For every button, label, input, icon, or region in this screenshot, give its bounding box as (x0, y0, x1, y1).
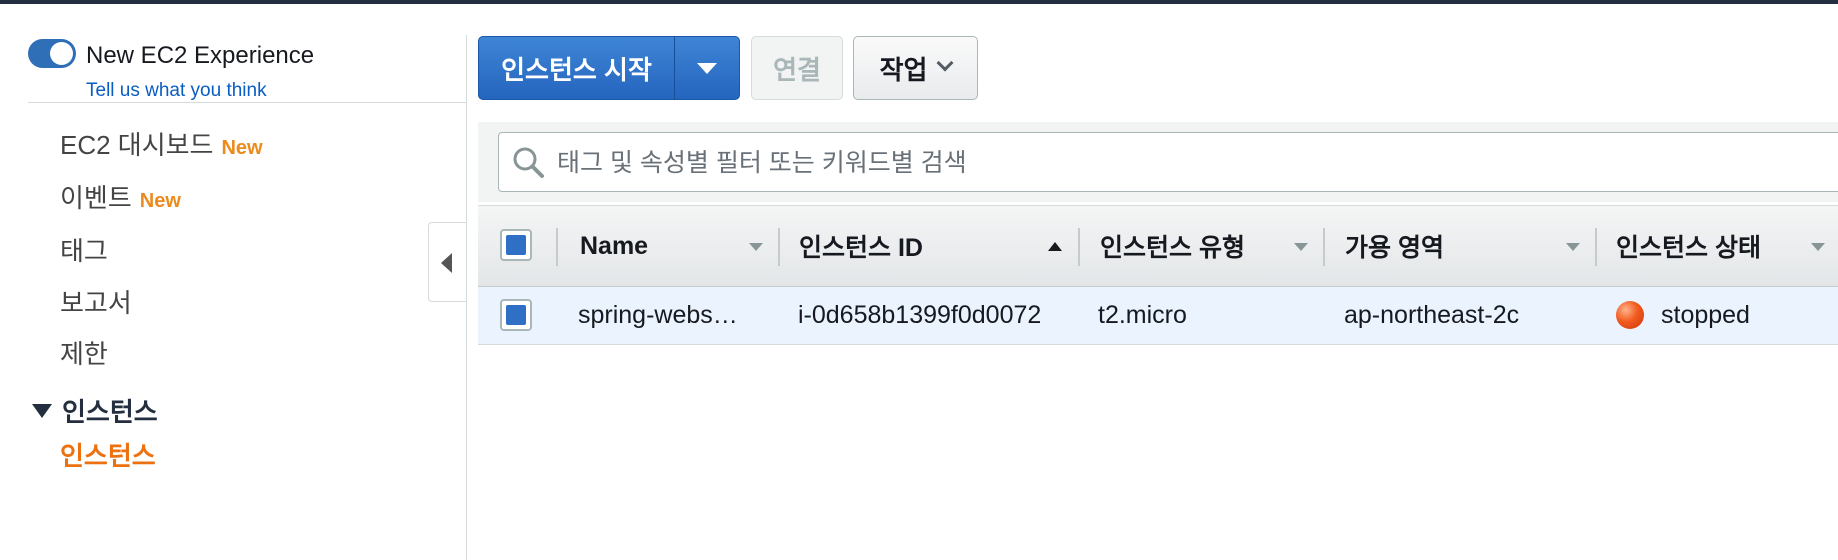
new-experience-title: New EC2 Experience (86, 42, 315, 69)
sidebar-collapse-button[interactable] (428, 222, 466, 302)
sort-ascending-icon[interactable] (1048, 242, 1062, 251)
sidebar-border (466, 35, 467, 560)
sidebar-item-label: EC2 대시보드 (60, 130, 214, 160)
column-separator[interactable] (778, 228, 780, 266)
column-separator[interactable] (1078, 228, 1080, 266)
launch-instance-button[interactable]: 인스턴스 시작 (478, 36, 740, 100)
launch-dropdown-button[interactable] (675, 36, 739, 100)
sidebar-item-tags[interactable]: 태그 (60, 231, 108, 268)
sidebar-item-ec2-dashboard[interactable]: EC2 대시보드 New (60, 125, 263, 162)
sidebar: New EC2 Experience Tell us what you thin… (0, 4, 466, 560)
sidebar-item-instances-active[interactable]: 인스턴스 (60, 436, 156, 473)
sidebar-divider (28, 102, 466, 103)
caret-down-icon (697, 62, 717, 74)
column-header-availability-zone[interactable]: 가용 영역 (1345, 206, 1444, 286)
sort-caret-icon[interactable] (749, 243, 763, 251)
cell-name: spring-webs… (578, 301, 738, 329)
connect-button[interactable]: 연결 (751, 36, 843, 100)
search-icon (513, 147, 544, 178)
sort-caret-icon[interactable] (1811, 243, 1825, 251)
sidebar-item-limits[interactable]: 제한 (60, 334, 108, 371)
toggle-knob (50, 42, 73, 65)
column-separator[interactable] (556, 228, 558, 266)
cell-instance-state: stopped (1661, 301, 1750, 329)
column-header-name[interactable]: Name (580, 206, 648, 286)
table-header: Name 인스턴스 ID 인스턴스 유형 가용 영역 인스턴스 상태 (478, 205, 1838, 287)
column-separator[interactable] (1323, 228, 1325, 266)
sidebar-item-events[interactable]: 이벤트 New (60, 178, 181, 215)
cell-instance-id: i-0d658b1399f0d0072 (798, 301, 1042, 329)
new-badge: New (221, 137, 263, 159)
search-input[interactable] (555, 133, 1759, 193)
collapse-triangle-icon (32, 404, 52, 419)
sidebar-item-label: 이벤트 (60, 183, 132, 213)
column-header-instance-id[interactable]: 인스턴스 ID (799, 206, 923, 286)
chevron-down-icon (936, 54, 954, 72)
select-all-checkbox[interactable] (500, 229, 532, 261)
sidebar-section-label: 인스턴스 (62, 397, 158, 427)
search-bar-area (478, 122, 1838, 202)
status-stopped-icon (1616, 301, 1644, 329)
actions-button[interactable]: 작업 (853, 36, 978, 100)
sidebar-item-reports[interactable]: 보고서 (60, 283, 132, 320)
column-header-instance-type[interactable]: 인스턴스 유형 (1100, 206, 1245, 286)
new-experience-toggle[interactable] (28, 39, 76, 68)
cell-instance-type: t2.micro (1098, 301, 1187, 329)
chevron-left-icon (441, 253, 452, 273)
launch-instance-label: 인스턴스 시작 (501, 54, 652, 85)
table-row[interactable]: spring-webs… i-0d658b1399f0d0072 t2.micr… (478, 287, 1838, 345)
checkbox-fill (506, 305, 526, 325)
sidebar-section-instances[interactable]: 인스턴스 (32, 392, 158, 429)
new-badge: New (139, 190, 181, 212)
sort-caret-icon[interactable] (1566, 243, 1580, 251)
checkbox-fill (506, 235, 526, 255)
column-header-instance-state[interactable]: 인스턴스 상태 (1616, 206, 1761, 286)
search-box[interactable] (498, 132, 1838, 193)
feedback-link[interactable]: Tell us what you think (86, 80, 267, 102)
actions-label: 작업 (879, 54, 928, 85)
column-separator[interactable] (1595, 228, 1597, 266)
row-checkbox[interactable] (500, 299, 532, 331)
cell-availability-zone: ap-northeast-2c (1344, 301, 1520, 329)
sort-caret-icon[interactable] (1294, 243, 1308, 251)
